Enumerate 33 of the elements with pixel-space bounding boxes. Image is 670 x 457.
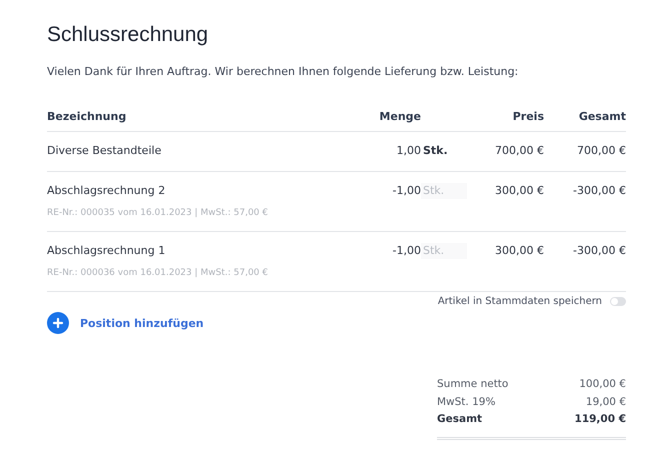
total-value: 100,00 € — [579, 377, 626, 392]
item-detail: RE-Nr.: 000035 vom 16.01.2023 | MwSt.: 57,00 € — [47, 207, 269, 219]
total-cell-text: -300,00 € — [572, 243, 626, 259]
toggle-switch[interactable] — [610, 297, 626, 306]
price-cell-text: 300,00 € — [494, 243, 544, 259]
quantity-cell-text: 1,00 — [396, 143, 421, 159]
total-value: 19,00 € — [586, 394, 626, 410]
column-header: Bezeichnung — [47, 110, 128, 123]
total-value: 119,00 € — [574, 412, 626, 427]
price-cell-text: 700,00 € — [494, 143, 544, 159]
column-header: Gesamt — [578, 110, 626, 123]
price-cell-text: 300,00 € — [494, 183, 544, 199]
add-icon[interactable] — [47, 312, 69, 334]
item-name: Diverse Bestandteile — [47, 143, 162, 159]
unit-field: Stk. — [421, 183, 467, 199]
intro-text: Vielen Dank für Ihren Auftrag. Wir berechnen Ihnen folgende Lieferung bzw. Leistung: — [47, 64, 520, 80]
toggle-label: Artikel in Stammdaten speichern — [438, 296, 602, 307]
total-label: Summe netto — [437, 377, 508, 392]
total-label: Gesamt — [437, 412, 482, 427]
unit-field: Stk. — [421, 243, 467, 259]
item-name: Abschlagsrechnung 1 — [47, 243, 166, 259]
total-cell-text: -300,00 € — [572, 183, 626, 199]
column-header: Preis — [512, 110, 544, 123]
unit-field[interactable]: Stk. — [421, 143, 467, 159]
item-detail: RE-Nr.: 000036 vom 16.01.2023 | MwSt.: 57,00 € — [47, 267, 269, 279]
column-header: Menge — [378, 110, 421, 123]
total-cell-text: 700,00 € — [576, 143, 626, 159]
quantity-cell-text: -1,00 — [392, 243, 421, 259]
page-title: Schlussrechnung — [47, 22, 210, 48]
add-position-link[interactable]: Position hinzufügen — [80, 316, 204, 330]
item-name: Abschlagsrechnung 2 — [47, 183, 166, 199]
total-label: MwSt. 19% — [437, 394, 496, 410]
quantity-cell-text: -1,00 — [392, 183, 421, 199]
